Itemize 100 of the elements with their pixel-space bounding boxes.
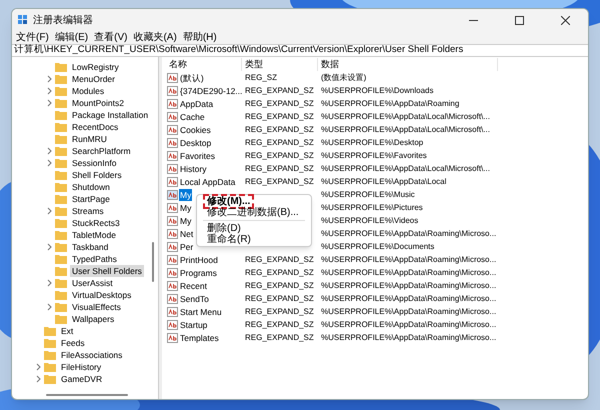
tree-item[interactable]: Wallpapers	[70, 313, 116, 325]
table-cell: REG_EXPAND_SZ	[245, 99, 314, 108]
table-cell: REG_EXPAND_SZ	[245, 320, 314, 329]
tree-item[interactable]: LowRegistry	[70, 61, 121, 73]
value-name[interactable]: Per	[179, 240, 194, 252]
table-cell: REG_EXPAND_SZ	[245, 281, 314, 290]
tree-item[interactable]: Feeds	[59, 337, 87, 349]
menu-item[interactable]: 修改(M)...	[205, 196, 252, 207]
tree-item[interactable]: Ext	[59, 325, 76, 337]
table-cell: REG_EXPAND_SZ	[245, 307, 314, 316]
string-value-icon	[167, 294, 178, 304]
menu-item[interactable]: 修改二进制数据(B)...	[205, 207, 301, 218]
value-name[interactable]: Net	[179, 228, 194, 240]
string-value-icon	[167, 124, 178, 134]
tree-item[interactable]: User Shell Folders	[70, 265, 144, 277]
chevron-icon[interactable]	[46, 159, 52, 167]
value-name[interactable]: Startup	[179, 318, 208, 330]
folder-icon	[55, 122, 67, 132]
chevron-icon[interactable]	[36, 375, 42, 383]
tree-item[interactable]: VisualEffects	[70, 301, 123, 313]
tree-item[interactable]: FileAssociations	[59, 349, 124, 361]
value-name[interactable]: AppData	[179, 98, 214, 110]
tree-item[interactable]: GameDVR	[59, 373, 104, 385]
folder-icon	[55, 146, 67, 156]
column-header[interactable]: 名称	[166, 58, 242, 71]
chevron-icon[interactable]	[46, 87, 52, 95]
chevron-icon[interactable]	[46, 207, 52, 215]
value-name[interactable]: Start Menu	[179, 306, 223, 318]
chevron-icon[interactable]	[46, 279, 52, 287]
menu-item[interactable]: 收藏夹(A)	[133, 32, 177, 44]
tree-item[interactable]: StuckRects3	[70, 217, 122, 229]
tree-item[interactable]: Taskband	[70, 241, 110, 253]
string-value-icon	[167, 150, 178, 160]
tree-item[interactable]: MenuOrder	[70, 73, 117, 85]
string-value-icon	[167, 86, 178, 96]
value-name[interactable]: My	[179, 188, 192, 200]
tree-item[interactable]: RecentDocs	[70, 121, 120, 133]
menu-item[interactable]: 删除(D)	[205, 223, 243, 234]
folder-icon	[44, 338, 56, 348]
table-cell-text: %USERPROFILE%\Desktop	[320, 137, 424, 149]
folder-icon	[44, 350, 56, 360]
tree-item[interactable]: TabletMode	[70, 229, 118, 241]
value-name[interactable]: Recent	[179, 280, 208, 292]
chevron-icon[interactable]	[46, 243, 52, 251]
table-cell-text: %USERPROFILE%\Favorites	[320, 150, 427, 162]
chevron-icon[interactable]	[46, 303, 52, 311]
string-value-icon	[167, 332, 178, 342]
value-name[interactable]: History	[179, 162, 208, 174]
string-value-icon	[167, 242, 178, 252]
value-name[interactable]: {374DE290-12...	[179, 84, 244, 96]
chevron-icon[interactable]	[36, 363, 42, 371]
tree-item[interactable]: SearchPlatform	[70, 145, 133, 157]
tree-item[interactable]: VirtualDesktops	[70, 289, 134, 301]
tree-item[interactable]: Shell Folders	[70, 169, 124, 181]
column-header[interactable]: 类型	[242, 58, 318, 71]
menu-item[interactable]: 帮助(H)	[182, 32, 217, 44]
tree-item[interactable]: TypedPaths	[70, 253, 119, 265]
chevron-icon[interactable]	[46, 75, 52, 83]
value-name[interactable]: PrintHood	[179, 254, 219, 266]
tree-item[interactable]: MountPoints2	[70, 97, 126, 109]
menu-item[interactable]: 编辑(E)	[54, 32, 88, 44]
table-cell: REG_EXPAND_SZ	[245, 177, 314, 186]
table-cell-text: %USERPROFILE%\AppData\Local\Microsoft\...	[320, 163, 490, 175]
chevron-icon[interactable]	[46, 147, 52, 155]
tree-item[interactable]: Streams	[70, 205, 106, 217]
table-cell-text: %USERPROFILE%\AppData\Roaming\Microso...	[320, 267, 496, 279]
scrollbar-thumb[interactable]	[46, 394, 128, 396]
scrollbar-thumb[interactable]	[152, 242, 154, 282]
tree-item[interactable]: RunMRU	[70, 133, 109, 145]
value-name[interactable]: Templates	[179, 332, 220, 344]
value-name[interactable]: Cache	[179, 110, 206, 122]
menu-item[interactable]: 重命名(R)	[205, 234, 253, 245]
tree-item[interactable]: Package Installation	[70, 109, 150, 121]
menu-item[interactable]: 文件(F)	[16, 32, 49, 44]
value-name[interactable]: Local AppData	[179, 176, 236, 188]
column-header[interactable]: 数据	[318, 58, 498, 71]
tree-item[interactable]: FileHistory	[59, 361, 104, 373]
value-name[interactable]: Favorites	[179, 150, 216, 162]
chevron-icon[interactable]	[46, 99, 52, 107]
tree-item[interactable]: UserAssist	[70, 277, 115, 289]
menu-item[interactable]: 查看(V)	[94, 32, 128, 44]
value-name[interactable]: Cookies	[179, 124, 212, 136]
folder-icon	[44, 362, 56, 372]
value-name[interactable]: Desktop	[179, 136, 212, 148]
tree-item[interactable]: StartPage	[70, 193, 112, 205]
string-value-icon	[167, 190, 178, 200]
value-name[interactable]: Programs	[179, 266, 218, 278]
value-name[interactable]: SendTo	[179, 292, 210, 304]
table-cell-text: %USERPROFILE%\AppData\Local\Microsoft\...	[320, 124, 490, 136]
folder-icon	[55, 86, 67, 96]
table-cell: REG_EXPAND_SZ	[245, 333, 314, 342]
value-name[interactable]: My	[179, 202, 192, 214]
tree-item[interactable]: Shutdown	[70, 181, 112, 193]
value-name[interactable]: (默认)	[179, 72, 205, 84]
tree-item[interactable]: SessionInfo	[70, 157, 118, 169]
value-name[interactable]: My	[179, 214, 192, 226]
table-cell-text: %USERPROFILE%\Documents	[320, 241, 434, 253]
address-bar[interactable]: 计算机\HKEY_CURRENT_USER\Software\Microsoft\Windows\CurrentVersion\Explorer\User Shell Folders	[12, 44, 588, 57]
string-value-icon	[167, 98, 178, 108]
tree-item[interactable]: Modules	[70, 85, 106, 97]
